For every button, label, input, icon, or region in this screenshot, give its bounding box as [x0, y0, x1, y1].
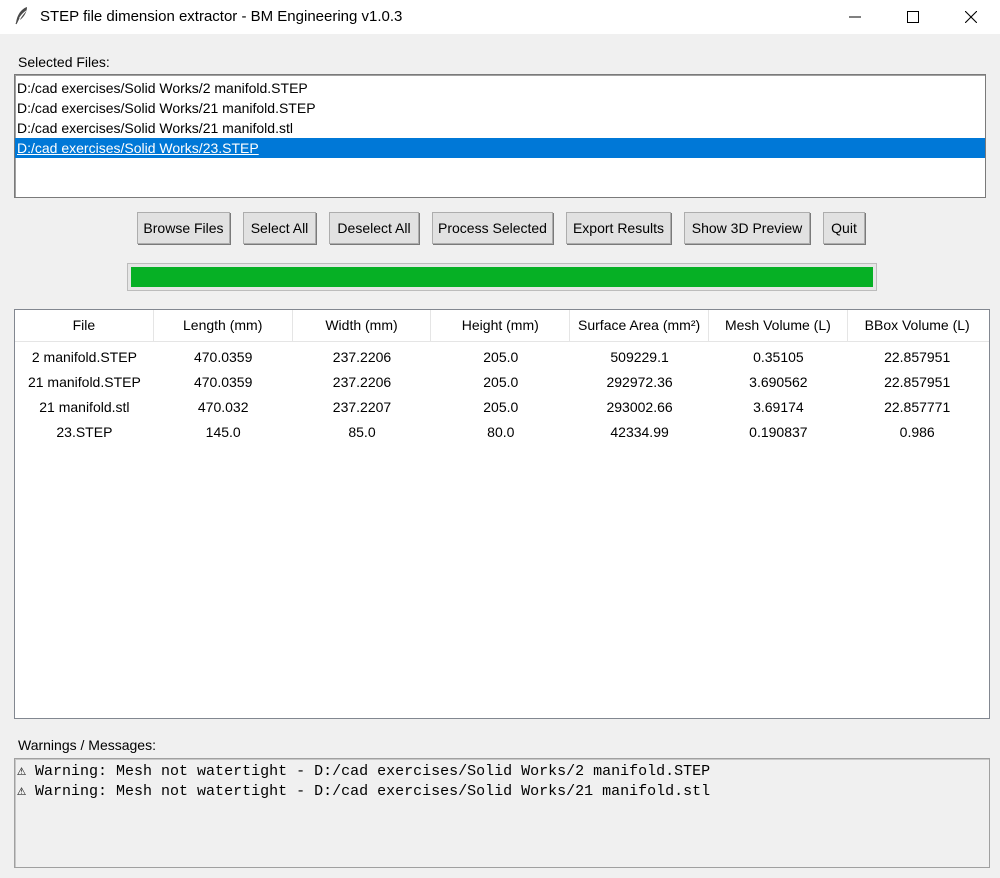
maximize-button[interactable] — [884, 0, 942, 34]
file-list-item[interactable]: D:/cad exercises/Solid Works/21 manifold… — [15, 118, 985, 138]
cell-file: 23.STEP — [56, 424, 113, 440]
close-icon — [965, 11, 977, 23]
table-header: File Length (mm) Width (mm) Height (mm) … — [15, 310, 989, 342]
progress-bar — [127, 263, 877, 291]
selected-files-list[interactable]: D:/cad exercises/Solid Works/2 manifold.… — [14, 74, 986, 198]
column-header-length[interactable]: Length (mm) — [154, 310, 293, 341]
title-bar: STEP file dimension extractor - BM Engin… — [0, 0, 1000, 34]
table-row[interactable]: 21 manifold.STEP 470.0359 237.2206 205.0… — [15, 370, 989, 395]
minimize-icon — [849, 16, 861, 18]
warning-message: ⚠ Warning: Mesh not watertight - D:/cad … — [17, 763, 711, 780]
close-button[interactable] — [942, 0, 1000, 34]
deselect-all-button[interactable]: Deselect All — [329, 212, 419, 244]
cell-bbox-volume: 0.986 — [899, 424, 935, 440]
cell-surface-area: 292972.36 — [606, 374, 673, 390]
column-header-mesh-volume[interactable]: Mesh Volume (L) — [709, 310, 848, 341]
warning-message: ⚠ Warning: Mesh not watertight - D:/cad … — [17, 783, 711, 800]
cell-bbox-volume: 22.857771 — [884, 399, 951, 415]
cell-height: 205.0 — [483, 374, 519, 390]
select-all-button[interactable]: Select All — [243, 212, 316, 244]
table-row[interactable]: 2 manifold.STEP 470.0359 237.2206 205.0 … — [15, 345, 989, 370]
cell-width: 237.2207 — [332, 399, 392, 415]
cell-mesh-volume: 0.35105 — [753, 349, 804, 365]
cell-bbox-volume: 22.857951 — [884, 374, 951, 390]
cell-length: 470.0359 — [193, 374, 253, 390]
minimize-button[interactable] — [826, 0, 884, 34]
cell-file: 21 manifold.STEP — [27, 374, 141, 390]
cell-file: 2 manifold.STEP — [31, 349, 137, 365]
cell-width: 237.2206 — [332, 349, 392, 365]
cell-bbox-volume: 22.857951 — [884, 349, 951, 365]
cell-length: 145.0 — [205, 424, 241, 440]
selected-files-label: Selected Files: — [18, 54, 110, 70]
column-header-surface-area[interactable]: Surface Area (mm²) — [570, 310, 709, 341]
cell-surface-area: 42334.99 — [610, 424, 669, 440]
file-list-item[interactable]: D:/cad exercises/Solid Works/21 manifold… — [15, 98, 985, 118]
window-title: STEP file dimension extractor - BM Engin… — [40, 8, 403, 25]
maximize-icon — [907, 11, 919, 23]
cell-width: 85.0 — [348, 424, 376, 440]
quit-button[interactable]: Quit — [823, 212, 865, 244]
cell-height: 205.0 — [483, 399, 519, 415]
export-results-button[interactable]: Export Results — [566, 212, 671, 244]
cell-mesh-volume: 3.69174 — [753, 399, 804, 415]
column-header-height[interactable]: Height (mm) — [431, 310, 571, 341]
cell-surface-area: 509229.1 — [610, 349, 669, 365]
column-header-file[interactable]: File — [15, 310, 154, 341]
cell-mesh-volume: 0.190837 — [749, 424, 808, 440]
file-list-item[interactable]: D:/cad exercises/Solid Works/2 manifold.… — [15, 78, 985, 98]
results-table[interactable]: File Length (mm) Width (mm) Height (mm) … — [14, 309, 990, 719]
messages-label: Warnings / Messages: — [18, 737, 156, 753]
cell-width: 237.2206 — [332, 374, 392, 390]
cell-mesh-volume: 3.690562 — [749, 374, 808, 390]
progress-fill — [131, 267, 873, 287]
browse-files-button[interactable]: Browse Files — [137, 212, 230, 244]
file-list-item-selected[interactable]: D:/cad exercises/Solid Works/23.STEP — [15, 138, 985, 158]
cell-length: 470.0359 — [193, 349, 253, 365]
table-row[interactable]: 23.STEP 145.0 85.0 80.0 42334.99 0.19083… — [15, 420, 989, 445]
cell-surface-area: 293002.66 — [606, 399, 673, 415]
cell-height: 80.0 — [487, 424, 515, 440]
show-3d-preview-button[interactable]: Show 3D Preview — [684, 212, 810, 244]
feather-icon — [12, 6, 32, 26]
cell-file: 21 manifold.stl — [39, 399, 130, 415]
cell-length: 470.032 — [197, 399, 249, 415]
process-selected-button[interactable]: Process Selected — [432, 212, 553, 244]
table-row[interactable]: 21 manifold.stl 470.032 237.2207 205.0 2… — [15, 395, 989, 420]
column-header-bbox-volume[interactable]: BBox Volume (L) — [848, 310, 987, 341]
cell-height: 205.0 — [483, 349, 519, 365]
messages-textbox[interactable]: ⚠ Warning: Mesh not watertight - D:/cad … — [14, 758, 990, 868]
column-header-width[interactable]: Width (mm) — [293, 310, 432, 341]
